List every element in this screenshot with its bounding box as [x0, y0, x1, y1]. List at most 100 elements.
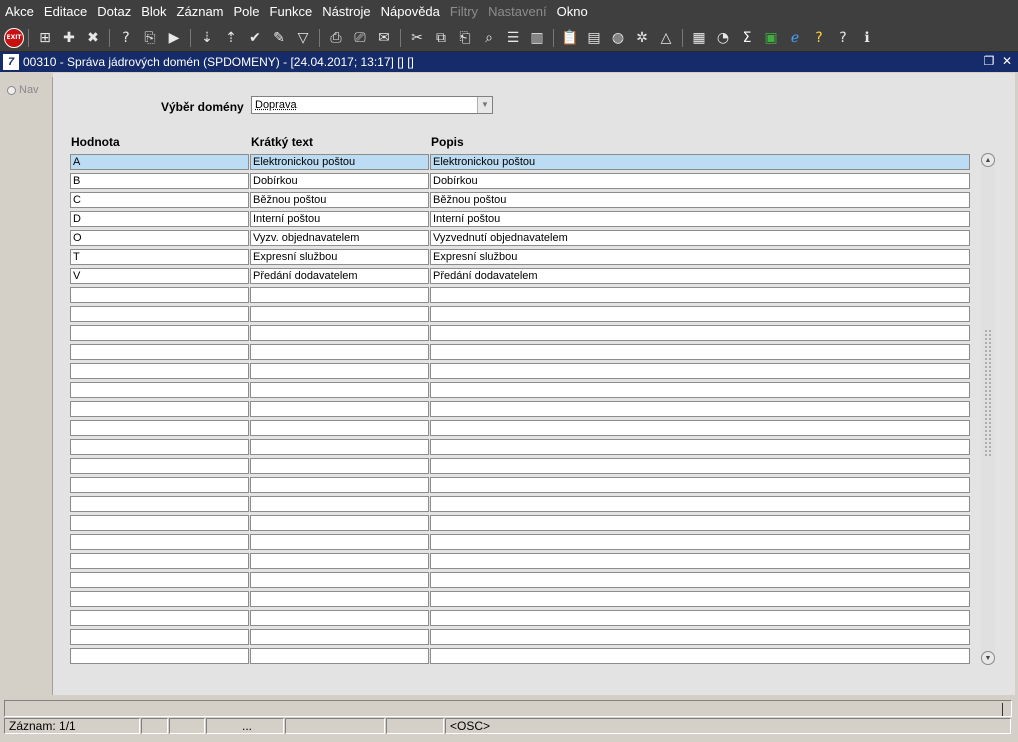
cell-popis[interactable]: [430, 496, 970, 512]
cell-kratky-text[interactable]: [250, 401, 429, 417]
cut-icon[interactable]: ✂: [406, 27, 428, 49]
document-icon[interactable]: ▤: [583, 27, 605, 49]
cell-hodnota[interactable]: C: [70, 192, 249, 208]
table-row[interactable]: [70, 381, 972, 400]
table-row[interactable]: B Dobírkou Dobírkou: [70, 172, 972, 191]
cell-hodnota[interactable]: [70, 534, 249, 550]
cell-kratky-text[interactable]: Dobírkou: [250, 173, 429, 189]
table-row[interactable]: [70, 419, 972, 438]
cell-popis[interactable]: [430, 534, 970, 550]
scroll-up-icon[interactable]: ▲: [981, 153, 995, 167]
cell-kratky-text[interactable]: [250, 534, 429, 550]
vertical-scrollbar[interactable]: ▲ ▼: [981, 153, 995, 665]
cell-hodnota[interactable]: [70, 306, 249, 322]
cell-hodnota[interactable]: [70, 382, 249, 398]
query-icon[interactable]: ?: [115, 27, 137, 49]
cell-kratky-text[interactable]: Předání dodavatelem: [250, 268, 429, 284]
table-row[interactable]: [70, 628, 972, 647]
close-icon[interactable]: ✕: [1000, 54, 1014, 68]
cell-kratky-text[interactable]: Expresní službou: [250, 249, 429, 265]
enter-query-icon[interactable]: ⎘: [139, 27, 161, 49]
cell-popis[interactable]: Elektronickou poštou: [430, 154, 970, 170]
cell-popis[interactable]: Předání dodavatelem: [430, 268, 970, 284]
cell-popis[interactable]: [430, 477, 970, 493]
sum-icon[interactable]: Σ: [736, 27, 758, 49]
table-row[interactable]: D Interní poštou Interní poštou: [70, 210, 972, 229]
cell-hodnota[interactable]: A: [70, 154, 249, 170]
cell-kratky-text[interactable]: [250, 477, 429, 493]
cell-kratky-text[interactable]: [250, 363, 429, 379]
save-record-icon[interactable]: ⊞: [34, 27, 56, 49]
cell-hodnota[interactable]: [70, 610, 249, 626]
cell-hodnota[interactable]: [70, 420, 249, 436]
table-row[interactable]: [70, 476, 972, 495]
scroll-down-icon[interactable]: ▼: [981, 651, 995, 665]
settings-wheel-icon[interactable]: ✲: [631, 27, 653, 49]
calendar-icon[interactable]: ◔: [712, 27, 734, 49]
cell-kratky-text[interactable]: [250, 306, 429, 322]
cell-popis[interactable]: [430, 553, 970, 569]
menu-item-nápověda[interactable]: Nápověda: [376, 0, 445, 24]
copy-icon[interactable]: ⧉: [430, 27, 452, 49]
table-row[interactable]: [70, 324, 972, 343]
cell-hodnota[interactable]: [70, 629, 249, 645]
excel-icon[interactable]: ▣: [760, 27, 782, 49]
globe-icon[interactable]: ◍: [607, 27, 629, 49]
info-icon[interactable]: ℹ: [856, 27, 878, 49]
columns-icon[interactable]: ▥: [526, 27, 548, 49]
cell-hodnota[interactable]: [70, 287, 249, 303]
cell-popis[interactable]: [430, 629, 970, 645]
ie-icon[interactable]: ℯ: [784, 27, 806, 49]
menu-item-dotaz[interactable]: Dotaz: [92, 0, 136, 24]
print-preview-icon[interactable]: ⎚: [349, 27, 371, 49]
mail-icon[interactable]: ✉: [373, 27, 395, 49]
table-row[interactable]: [70, 286, 972, 305]
sort-asc-icon[interactable]: ⇣: [196, 27, 218, 49]
cell-kratky-text[interactable]: [250, 629, 429, 645]
cell-kratky-text[interactable]: [250, 382, 429, 398]
cell-popis[interactable]: [430, 610, 970, 626]
cell-popis[interactable]: Dobírkou: [430, 173, 970, 189]
cell-hodnota[interactable]: [70, 591, 249, 607]
cell-popis[interactable]: [430, 306, 970, 322]
cell-popis[interactable]: Expresní službou: [430, 249, 970, 265]
cell-kratky-text[interactable]: [250, 648, 429, 664]
table-row[interactable]: [70, 647, 972, 666]
cell-popis[interactable]: [430, 344, 970, 360]
menu-item-nastavení[interactable]: Nastavení: [483, 0, 552, 24]
menu-item-záznam[interactable]: Záznam: [172, 0, 229, 24]
cell-hodnota[interactable]: [70, 515, 249, 531]
table-row[interactable]: [70, 571, 972, 590]
cell-popis[interactable]: [430, 287, 970, 303]
cell-hodnota[interactable]: D: [70, 211, 249, 227]
delete-record-icon[interactable]: ✖: [82, 27, 104, 49]
new-record-icon[interactable]: ✚: [58, 27, 80, 49]
scroll-grip[interactable]: [984, 329, 992, 457]
cell-popis[interactable]: Běžnou poštou: [430, 192, 970, 208]
cell-kratky-text[interactable]: [250, 420, 429, 436]
tools-icon[interactable]: ✎: [268, 27, 290, 49]
cell-kratky-text[interactable]: Vyzv. objednavatelem: [250, 230, 429, 246]
table-row[interactable]: [70, 495, 972, 514]
cell-kratky-text[interactable]: [250, 610, 429, 626]
table-row[interactable]: V Předání dodavatelem Předání dodavatelem: [70, 267, 972, 286]
clipboard-icon[interactable]: 📋: [559, 27, 581, 49]
menu-item-filtry[interactable]: Filtry: [445, 0, 483, 24]
cell-kratky-text[interactable]: [250, 496, 429, 512]
menu-item-akce[interactable]: Akce: [0, 0, 39, 24]
cell-hodnota[interactable]: [70, 477, 249, 493]
restore-icon[interactable]: ❐: [982, 54, 996, 68]
cell-kratky-text[interactable]: [250, 325, 429, 341]
print-icon[interactable]: ⎙: [325, 27, 347, 49]
triangle-icon[interactable]: △: [655, 27, 677, 49]
table-row[interactable]: [70, 400, 972, 419]
chart-icon[interactable]: ▦: [688, 27, 710, 49]
paste-icon[interactable]: ⎗: [454, 27, 476, 49]
filter-icon[interactable]: ▽: [292, 27, 314, 49]
cell-hodnota[interactable]: [70, 363, 249, 379]
cell-kratky-text[interactable]: [250, 287, 429, 303]
nav-radio[interactable]: Nav: [7, 84, 39, 96]
cell-kratky-text[interactable]: Interní poštou: [250, 211, 429, 227]
cell-hodnota[interactable]: B: [70, 173, 249, 189]
cell-hodnota[interactable]: [70, 553, 249, 569]
